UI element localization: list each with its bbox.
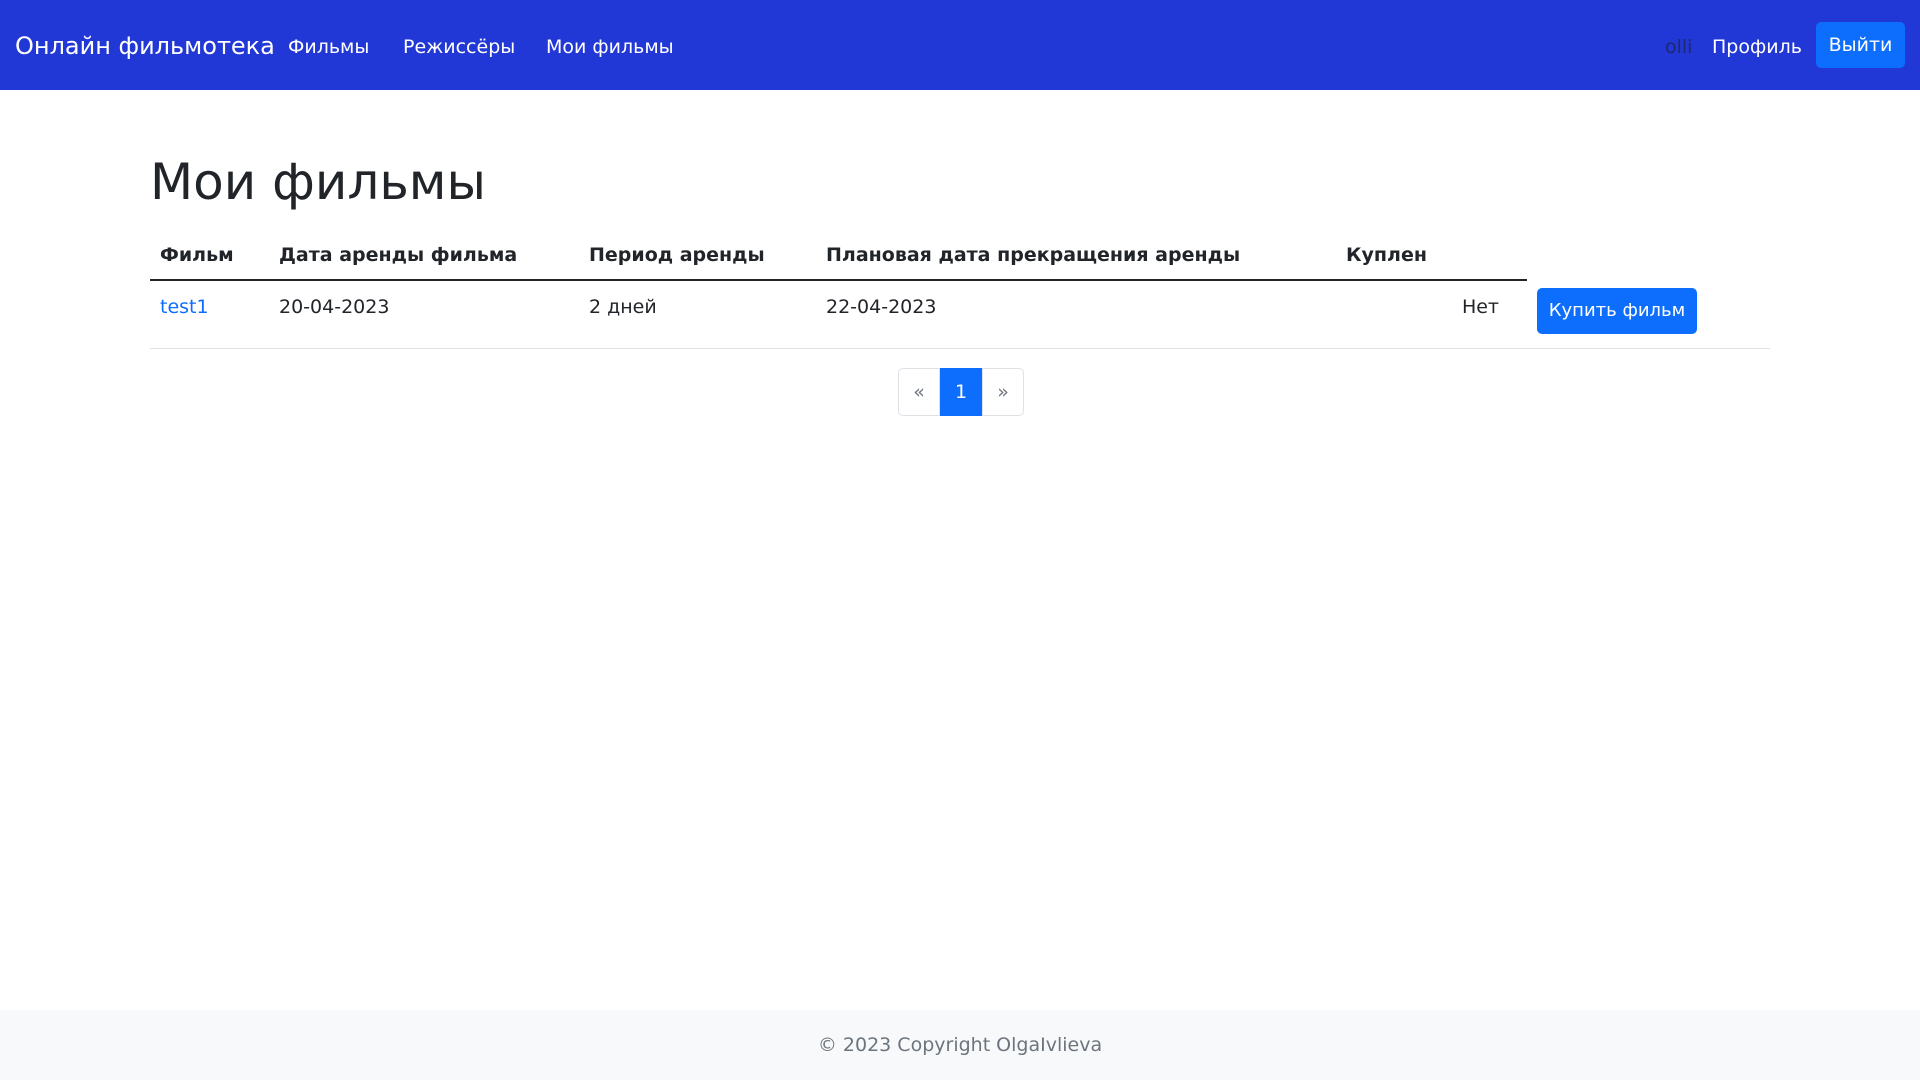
page-title: Мои фильмы [150,153,486,211]
nav-link-my-films[interactable]: Мои фильмы [546,35,674,59]
username-label: olli [1665,36,1693,58]
cell-end-date: 22-04-2023 [816,280,1336,349]
navbar: Онлайн фильмотека Фильмы Режиссёры Мои ф… [0,0,1920,90]
table-header-row: Фильм Дата аренды фильма Период аренды П… [150,230,1770,281]
pagination-next-button[interactable]: » [982,368,1024,416]
cell-film: test1 [150,280,269,349]
column-header-film: Фильм [150,230,269,281]
nav-link-films[interactable]: Фильмы [288,35,369,59]
footer-copyright: © 2023 Copyright OlgaIvlieva [817,1034,1103,1056]
cell-period: 2 дней [579,280,816,349]
column-header-rent-date: Дата аренды фильма [269,230,579,281]
column-header-period: Период аренды [579,230,816,281]
profile-link[interactable]: Профиль [1712,35,1802,59]
footer: © 2023 Copyright OlgaIvlieva [0,1010,1920,1080]
cell-action: Купить фильм [1527,280,1770,349]
film-link[interactable]: test1 [160,296,209,318]
rentals-table: Фильм Дата аренды фильма Период аренды П… [150,230,1770,349]
brand-link[interactable]: Онлайн фильмотека [15,31,275,61]
cell-rent-date: 20-04-2023 [269,280,579,349]
pagination-prev-button[interactable]: « [898,368,940,416]
buy-film-button[interactable]: Купить фильм [1537,288,1697,334]
column-header-end-date: Плановая дата прекращения аренды [816,230,1336,281]
pagination: « 1 » [898,368,1024,416]
logout-button[interactable]: Выйти [1816,22,1905,68]
column-header-bought: Куплен [1336,230,1527,281]
column-header-action [1527,230,1770,280]
cell-bought: Нет [1336,280,1527,349]
table-row: test1 20-04-2023 2 дней 22-04-2023 Нет К… [150,280,1770,349]
nav-link-directors[interactable]: Режиссёры [403,35,515,59]
pagination-page-1[interactable]: 1 [940,368,982,416]
